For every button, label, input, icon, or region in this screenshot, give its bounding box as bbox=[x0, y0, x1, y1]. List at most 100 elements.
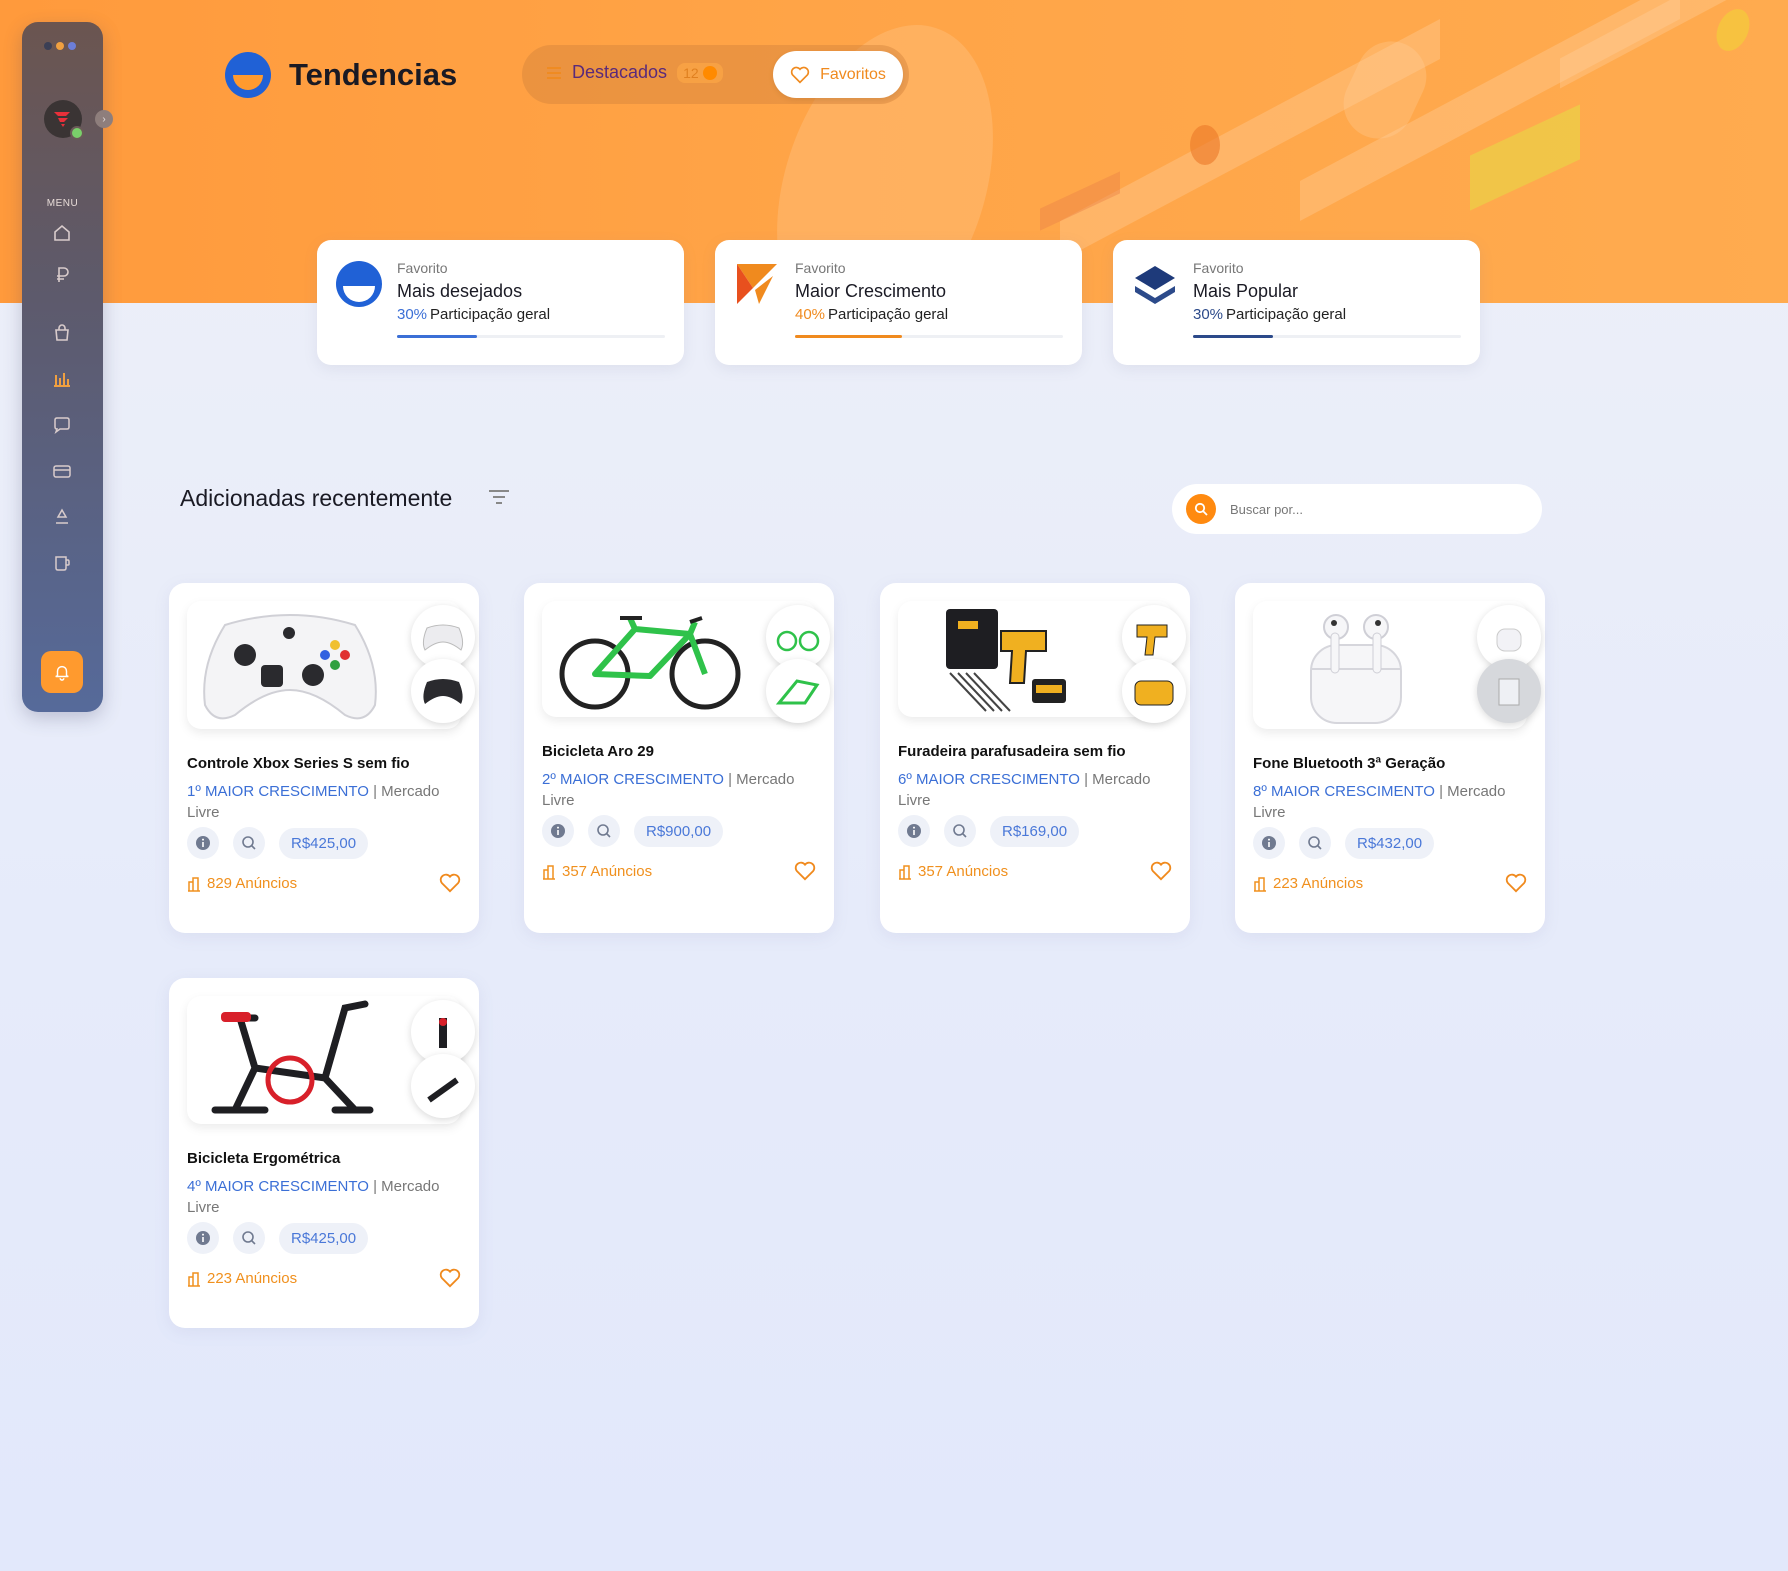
favorite-heart-icon[interactable] bbox=[1505, 873, 1527, 895]
half-circle-logo-icon bbox=[335, 260, 383, 308]
product-actions: R$425,00 bbox=[187, 827, 369, 859]
credit-card-icon[interactable] bbox=[50, 459, 74, 483]
recycle-icon[interactable] bbox=[50, 505, 74, 529]
stat-card[interactable]: Favorito Mais desejados 30% Participação … bbox=[317, 240, 684, 365]
ads-count[interactable]: 223 Anúncios bbox=[187, 1270, 297, 1287]
product-card[interactable]: Bicicleta Ergométrica 4º MAIOR CRESCIMEN… bbox=[169, 978, 479, 1328]
stat-progress-fill bbox=[795, 335, 903, 338]
product-name: Bicicleta Aro 29 bbox=[542, 743, 654, 760]
bar-chart-icon[interactable] bbox=[50, 367, 74, 391]
stat-subtitle: 30% Participação geral bbox=[397, 306, 550, 323]
search-product-button[interactable] bbox=[233, 827, 265, 859]
product-thumbnails bbox=[1477, 605, 1541, 723]
stat-progress-track bbox=[795, 335, 1063, 338]
stat-progress-fill bbox=[397, 335, 478, 338]
list-icon bbox=[547, 66, 561, 79]
tab-destacados[interactable]: Destacados 12 bbox=[546, 62, 723, 83]
home-icon[interactable] bbox=[50, 221, 74, 245]
product-image bbox=[542, 601, 830, 723]
info-icon bbox=[907, 824, 921, 838]
product-actions: R$425,00 bbox=[187, 1222, 369, 1254]
window-dot bbox=[68, 42, 76, 50]
shopping-bag-icon[interactable] bbox=[50, 321, 74, 345]
tab-favoritos[interactable]: Favoritos bbox=[773, 51, 903, 98]
stat-suffix: Participação geral bbox=[828, 306, 949, 323]
rank-label[interactable]: 6º MAIOR CRESCIMENTO bbox=[898, 771, 1080, 788]
product-rank: 8º MAIOR CRESCIMENTO | Mercado Livre bbox=[1253, 781, 1533, 823]
favorite-heart-icon[interactable] bbox=[439, 873, 461, 895]
ads-count[interactable]: 357 Anúncios bbox=[898, 863, 1008, 880]
product-name: Controle Xbox Series S sem fio bbox=[187, 755, 410, 772]
destacados-count-badge: 12 bbox=[677, 62, 723, 83]
ads-count[interactable]: 829 Anúncios bbox=[187, 875, 297, 892]
ruble-icon[interactable] bbox=[50, 263, 74, 287]
product-thumbnail[interactable] bbox=[1122, 659, 1186, 723]
stat-percent: 30% bbox=[1193, 306, 1224, 323]
rank-label[interactable]: 2º MAIOR CRESCIMENTO bbox=[542, 771, 724, 788]
product-card[interactable]: Controle Xbox Series S sem fio 1º MAIOR … bbox=[169, 583, 479, 933]
stat-category: Favorito bbox=[795, 260, 846, 276]
stat-title: Mais Popular bbox=[1193, 281, 1299, 301]
rank-label[interactable]: 4º MAIOR CRESCIMENTO bbox=[187, 1178, 369, 1195]
controller-image bbox=[203, 614, 377, 720]
building-icon bbox=[188, 876, 200, 892]
product-actions: R$169,00 bbox=[898, 815, 1080, 847]
ads-count[interactable]: 223 Anúncios bbox=[1253, 875, 1363, 892]
ads-count-label: 357 Anúncios bbox=[562, 863, 653, 880]
search-product-button[interactable] bbox=[944, 815, 976, 847]
search-icon[interactable] bbox=[1186, 494, 1216, 524]
stat-percent: 30% bbox=[397, 306, 428, 323]
magnifier-icon bbox=[1308, 836, 1322, 850]
stat-progress-track bbox=[1193, 335, 1461, 338]
filter-icon[interactable] bbox=[487, 487, 513, 509]
collapse-sidebar-button[interactable]: › bbox=[95, 110, 113, 128]
product-thumbnails bbox=[411, 1000, 475, 1118]
product-thumbnail[interactable] bbox=[766, 659, 830, 723]
search-input[interactable] bbox=[1230, 497, 1520, 521]
product-card[interactable]: Fone Bluetooth 3ª Geração 8º MAIOR CRESC… bbox=[1235, 583, 1545, 933]
building-icon bbox=[188, 1271, 200, 1287]
exercise-bike-image bbox=[211, 1000, 374, 1114]
product-thumbnail[interactable] bbox=[411, 659, 475, 723]
search-product-button[interactable] bbox=[1299, 827, 1331, 859]
menu-label: MENU bbox=[46, 198, 79, 209]
stat-card[interactable]: Favorito Mais Popular 30% Participação ge… bbox=[1113, 240, 1480, 365]
notifications-button[interactable] bbox=[41, 651, 83, 693]
product-thumbnails bbox=[1122, 605, 1186, 723]
favorite-heart-icon[interactable] bbox=[794, 861, 816, 883]
info-button[interactable] bbox=[898, 815, 930, 847]
product-rank: 2º MAIOR CRESCIMENTO | Mercado Livre bbox=[542, 769, 822, 811]
product-image bbox=[187, 996, 475, 1124]
info-button[interactable] bbox=[187, 827, 219, 859]
building-icon bbox=[1254, 876, 1266, 892]
stat-card[interactable]: Favorito Maior Crescimento 40% Participaç… bbox=[715, 240, 1082, 365]
ads-count[interactable]: 357 Anúncios bbox=[542, 863, 652, 880]
search-product-button[interactable] bbox=[233, 1222, 265, 1254]
building-icon bbox=[543, 864, 555, 880]
rank-label[interactable]: 8º MAIOR CRESCIMENTO bbox=[1253, 783, 1435, 800]
info-button[interactable] bbox=[187, 1222, 219, 1254]
info-button[interactable] bbox=[1253, 827, 1285, 859]
product-image bbox=[898, 601, 1186, 723]
search-product-button[interactable] bbox=[588, 815, 620, 847]
chat-icon[interactable] bbox=[50, 413, 74, 437]
product-card[interactable]: Bicicleta Aro 29 2º MAIOR CRESCIMENTO | … bbox=[524, 583, 834, 933]
stat-title: Mais desejados bbox=[397, 281, 523, 301]
price-tag: R$425,00 bbox=[279, 827, 369, 859]
info-icon bbox=[196, 836, 210, 850]
ads-count-label: 829 Anúncios bbox=[207, 875, 298, 892]
product-name: Bicicleta Ergométrica bbox=[187, 1150, 341, 1167]
price-tag: R$169,00 bbox=[990, 815, 1080, 847]
cup-icon[interactable] bbox=[50, 551, 74, 575]
rank-label[interactable]: 1º MAIOR CRESCIMENTO bbox=[187, 783, 369, 800]
avatar[interactable] bbox=[44, 100, 84, 140]
favorite-heart-icon[interactable] bbox=[439, 1268, 461, 1290]
favorite-heart-icon[interactable] bbox=[1150, 861, 1172, 883]
product-thumbnail[interactable] bbox=[411, 1054, 475, 1118]
product-card[interactable]: Furadeira parafusadeira sem fio 6º MAIOR… bbox=[880, 583, 1190, 933]
stat-category: Favorito bbox=[397, 260, 448, 276]
stat-suffix: Participação geral bbox=[1226, 306, 1347, 323]
info-button[interactable] bbox=[542, 815, 574, 847]
ads-count-label: 223 Anúncios bbox=[1273, 875, 1364, 892]
product-thumbnail[interactable] bbox=[1477, 659, 1541, 723]
